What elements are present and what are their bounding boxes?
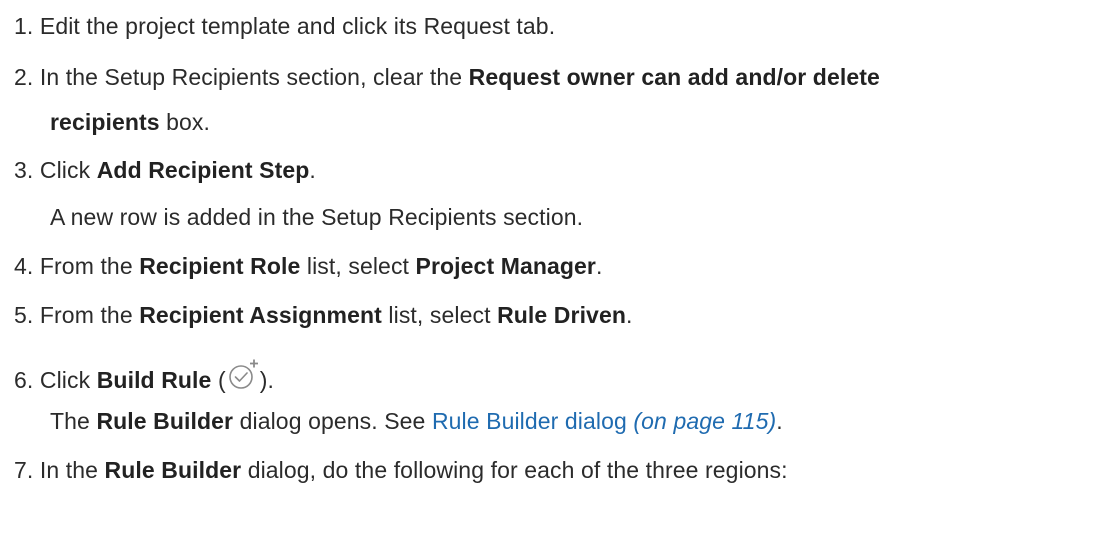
step-7-bold-dialog: Rule Builder: [104, 457, 242, 483]
step-6-note-bold-dialog: Rule Builder: [96, 408, 234, 434]
step-4-number: 4.: [14, 253, 34, 279]
step-7-text-end: dialog, do the following for each of the…: [241, 457, 788, 483]
step-4-text: From the: [39, 253, 140, 279]
step-5-text: From the: [39, 302, 140, 328]
step-3-bold-button: Add Recipient Step: [96, 157, 310, 183]
step-3-number: 3.: [14, 157, 34, 183]
step-4-text-mid: list, select: [300, 253, 416, 279]
step-2-continued: recipients box.: [50, 108, 210, 136]
step-6-number: 6.: [14, 367, 34, 393]
step-2-number: 2.: [14, 64, 34, 90]
step-1-number: 1.: [14, 13, 34, 39]
step-5-bold-value: Rule Driven: [497, 302, 626, 328]
step-2-bold-option: Request owner can add and/or delete: [468, 64, 880, 90]
step-7-number: 7.: [14, 457, 34, 483]
step-2-text-end: box.: [159, 109, 211, 135]
step-2-bold-option-end: recipients: [50, 109, 160, 135]
step-3-note: A new row is added in the Setup Recipien…: [50, 203, 583, 231]
step-2: 2. In the Setup Recipients section, clea…: [14, 63, 880, 91]
step-1-text: Edit the project template and click its …: [39, 13, 556, 39]
step-5-bold-list: Recipient Assignment: [139, 302, 382, 328]
step-6-note: The Rule Builder dialog opens. See Rule …: [50, 407, 783, 435]
rule-builder-dialog-link[interactable]: Rule Builder dialog (on page 115): [432, 408, 776, 434]
build-rule-icon: [226, 358, 260, 392]
step-5: 5. From the Recipient Assignment list, s…: [14, 301, 633, 329]
step-1: 1. Edit the project template and click i…: [14, 12, 555, 40]
step-4: 4. From the Recipient Role list, select …: [14, 252, 602, 280]
step-3-period: .: [309, 157, 316, 183]
step-6-close-paren: ).: [259, 367, 274, 393]
step-6-note-period: .: [776, 408, 783, 434]
step-4-bold-value: Project Manager: [415, 253, 596, 279]
step-5-number: 5.: [14, 302, 34, 328]
step-6: 6. Click Build Rule ( ).: [14, 358, 274, 394]
step-6-bold-button: Build Rule: [96, 367, 212, 393]
step-4-period: .: [595, 253, 603, 279]
step-2-text: In the Setup Recipients section, clear t…: [39, 64, 469, 90]
step-6-note-text: The: [50, 408, 97, 434]
step-6-text: Click: [39, 367, 97, 393]
step-6-note-text-mid: dialog opens. See: [233, 408, 432, 434]
procedure-steps: 1. Edit the project template and click i…: [0, 0, 1117, 535]
step-3-text: Click: [39, 157, 97, 183]
step-4-bold-list: Recipient Role: [139, 253, 301, 279]
rule-builder-dialog-link-text: Rule Builder dialog: [431, 408, 627, 434]
step-5-period: .: [626, 302, 633, 328]
step-7: 7. In the Rule Builder dialog, do the fo…: [14, 456, 788, 484]
rule-builder-dialog-link-page: (on page 115): [633, 408, 777, 434]
step-7-text: In the: [39, 457, 105, 483]
step-3-note-text: A new row is added in the Setup Recipien…: [50, 204, 584, 230]
step-3: 3. Click Add Recipient Step.: [14, 156, 316, 184]
step-5-text-mid: list, select: [381, 302, 498, 328]
step-6-open-paren: (: [211, 367, 226, 393]
